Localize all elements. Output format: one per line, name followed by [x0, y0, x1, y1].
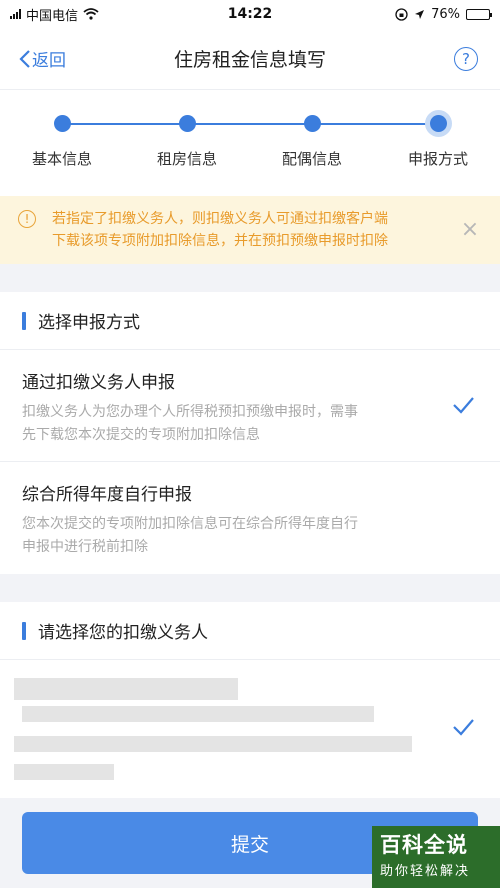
- option-desc-line: 您本次提交的专项附加扣除信息可在综合所得年度自行: [22, 516, 358, 532]
- status-bar: 中国电信 14:22 76%: [0, 0, 500, 28]
- step-filing-method: 申报方式: [388, 115, 488, 169]
- steps-line: [62, 123, 438, 125]
- watermark-main: 百科全说: [380, 833, 468, 857]
- status-left: 中国电信: [10, 5, 99, 24]
- step-dot: [303, 115, 321, 132]
- option-via-withholding-agent[interactable]: 通过扣缴义务人申报 扣缴义务人为您办理个人所得税预扣预缴申报时，需事 先下载您本…: [0, 350, 500, 462]
- back-button[interactable]: 返回: [18, 46, 66, 71]
- watermark-sub: 助你轻松解决: [380, 864, 471, 879]
- section-accent-bar: [22, 311, 26, 330]
- redacted-block: [14, 764, 114, 780]
- redacted-block: [14, 736, 412, 752]
- step-spouse-info: 配偶信息: [262, 115, 362, 169]
- option-desc-line: 扣缴义务人为您办理个人所得税预扣预缴申报时，需事: [22, 404, 358, 420]
- rotation-lock-icon: [395, 7, 408, 21]
- section-accent-bar: [22, 621, 26, 640]
- step-dot: [178, 115, 196, 132]
- step-label: 基本信息: [31, 150, 92, 168]
- option-desc-line: 先下载您本次提交的专项附加扣除信息: [22, 427, 260, 443]
- warning-icon: !: [18, 210, 36, 228]
- watermark-logo: 百科全说 助你轻松解决: [372, 826, 500, 888]
- step-label: 租房信息: [156, 150, 217, 168]
- section-header: 请选择您的扣缴义务人: [0, 602, 500, 660]
- agent-option[interactable]: [0, 660, 500, 798]
- nav-bar: 返回 住房租金信息填写 ?: [0, 28, 500, 90]
- wifi-icon: [83, 8, 99, 20]
- progress-steps: 基本信息 租房信息 配偶信息 申报方式: [0, 90, 500, 196]
- option-desc: 扣缴义务人为您办理个人所得税预扣预缴申报时，需事 先下载您本次提交的专项附加扣除…: [22, 401, 412, 447]
- filing-method-section: 选择申报方式 通过扣缴义务人申报 扣缴义务人为您办理个人所得税预扣预缴申报时，需…: [0, 292, 500, 574]
- help-icon[interactable]: ?: [454, 46, 478, 71]
- section-header: 选择申报方式: [0, 292, 500, 350]
- section-title: 选择申报方式: [38, 313, 140, 333]
- option-desc-line: 申报中进行税前扣除: [22, 539, 148, 555]
- redacted-block: [22, 706, 374, 722]
- option-annual-self-filing[interactable]: 综合所得年度自行申报 您本次提交的专项附加扣除信息可在综合所得年度自行 申报中进…: [0, 462, 500, 574]
- battery-percent: 76%: [431, 6, 460, 22]
- step-label: 配偶信息: [281, 150, 342, 168]
- option-desc: 您本次提交的专项附加扣除信息可在综合所得年度自行 申报中进行税前扣除: [22, 513, 412, 559]
- status-time: 14:22: [227, 6, 273, 22]
- notice-text: 若指定了扣缴义务人，则扣缴义务人可通过扣缴客户端 下载该项专项附加扣除信息，并在…: [52, 208, 442, 252]
- close-icon[interactable]: ×: [460, 219, 480, 241]
- option-title: 综合所得年度自行申报: [22, 485, 192, 505]
- notice-line: 下载该项专项附加扣除信息，并在预扣预缴申报时扣除: [52, 233, 388, 249]
- notice-line: 若指定了扣缴义务人，则扣缴义务人可通过扣缴客户端: [52, 211, 388, 227]
- redacted-block: [14, 678, 238, 700]
- carrier-label: 中国电信: [26, 8, 79, 24]
- step-label: 申报方式: [407, 150, 468, 168]
- status-right: 76%: [395, 6, 492, 22]
- checkmark-icon: [453, 719, 474, 736]
- section-title: 请选择您的扣缴义务人: [38, 623, 208, 643]
- location-icon: [415, 9, 425, 19]
- withholding-agent-section: 请选择您的扣缴义务人: [0, 602, 500, 798]
- battery-icon: [466, 8, 492, 20]
- chevron-left-icon: [19, 49, 30, 68]
- page-title: 住房租金信息填写: [173, 49, 326, 71]
- notice-banner: ! 若指定了扣缴义务人，则扣缴义务人可通过扣缴客户端 下载该项专项附加扣除信息，…: [0, 196, 500, 264]
- back-label: 返回: [32, 51, 66, 71]
- step-basic-info: 基本信息: [12, 115, 112, 169]
- checkmark-icon: [453, 397, 474, 414]
- step-dot-active: [429, 115, 447, 132]
- signal-icon: [10, 9, 21, 19]
- step-dot: [53, 115, 71, 132]
- step-rental-info: 租房信息: [137, 115, 237, 169]
- option-title: 通过扣缴义务人申报: [22, 373, 175, 393]
